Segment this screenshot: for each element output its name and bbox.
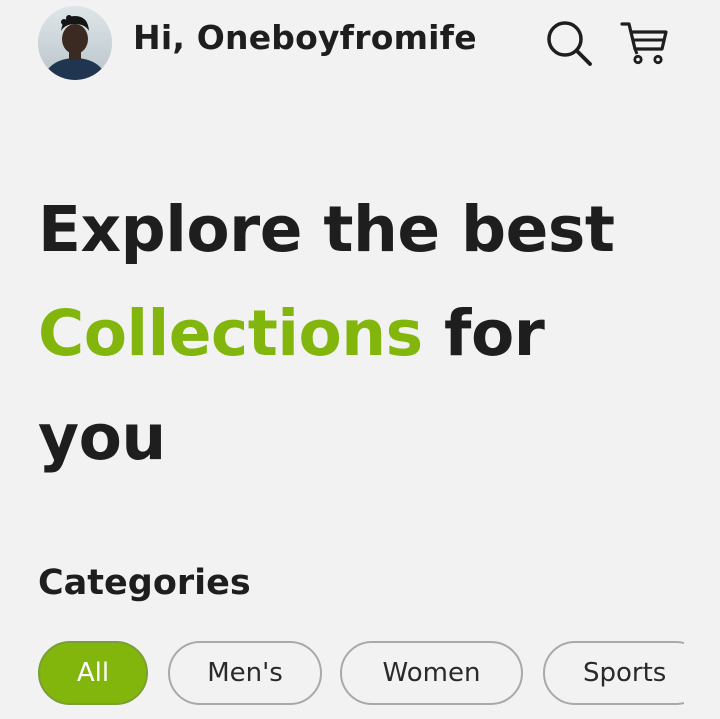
- hero-heading: Explore the best Collections for you: [38, 178, 688, 490]
- hero-line-1: Explore the best: [38, 193, 615, 266]
- user-avatar[interactable]: [38, 6, 112, 80]
- category-chips: All Men's Women Sports: [0, 641, 684, 711]
- search-icon: [547, 21, 592, 66]
- search-button[interactable]: [544, 18, 594, 68]
- category-chip-all[interactable]: All: [38, 641, 148, 705]
- categories-title: Categories: [38, 563, 251, 603]
- avatar-photo: [38, 6, 112, 80]
- category-chip-mens[interactable]: Men's: [168, 641, 322, 705]
- cart-icon: [620, 22, 668, 65]
- hero-accent-word: Collections: [38, 297, 423, 370]
- cart-button[interactable]: [619, 18, 669, 68]
- category-chip-women[interactable]: Women: [340, 641, 523, 705]
- hero-line-3: you: [38, 401, 166, 474]
- hero-line-2: Collections for: [38, 282, 688, 386]
- header: Hi, Oneboyfromife: [0, 0, 720, 90]
- category-chip-sports[interactable]: Sports: [543, 641, 684, 705]
- hero-line-2-rest: for: [422, 297, 545, 370]
- greeting-text: Hi, Oneboyfromife: [133, 18, 477, 57]
